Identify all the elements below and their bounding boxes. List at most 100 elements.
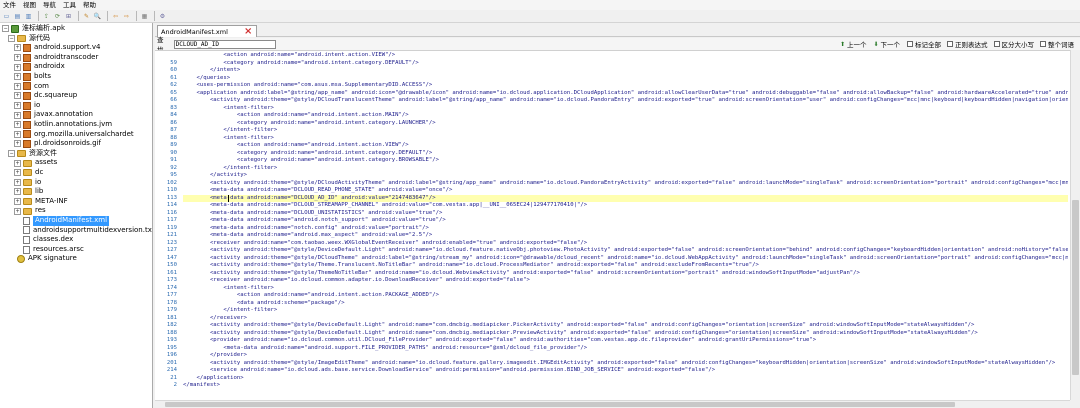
code-line: <receiver android:name="io.dcloud.common…: [183, 277, 530, 283]
prev-match-button[interactable]: ⬆ 上一个: [840, 39, 867, 50]
search-icon[interactable]: ✎: [82, 12, 91, 21]
tree-package[interactable]: + androidtranscoder: [14, 53, 98, 63]
scroll-thumb[interactable]: [165, 402, 955, 407]
code-line: </manifest>: [183, 382, 221, 388]
code-line: <activity android:theme="@style/Theme.Tr…: [183, 262, 759, 268]
tree-folder[interactable]: + lib: [14, 187, 43, 197]
tree-package[interactable]: + androidx: [14, 62, 65, 72]
expand-toggle-icon[interactable]: +: [14, 130, 21, 138]
expand-toggle-icon[interactable]: +: [14, 140, 21, 148]
expand-toggle-icon[interactable]: +: [14, 73, 21, 81]
line-number: 84: [170, 112, 177, 118]
code-line: <meta-data android:name="DCLOUD_READ_PHO…: [183, 187, 453, 193]
close-icon[interactable]: ×: [244, 26, 252, 37]
expand-toggle-icon[interactable]: −: [2, 25, 9, 33]
tree-resources-folder[interactable]: − 资源文件: [8, 149, 57, 159]
tree-icon[interactable]: ⊞: [64, 12, 73, 21]
menu-item[interactable]: 工具: [63, 0, 76, 10]
tree-folder[interactable]: + dc: [14, 168, 43, 178]
tree-package[interactable]: + kotlin.annotations.jvm: [14, 120, 112, 130]
expand-toggle-icon[interactable]: +: [14, 111, 21, 119]
tree-file[interactable]: classes.dex: [14, 235, 73, 245]
expand-toggle-icon[interactable]: +: [14, 188, 21, 196]
line-number: 178: [166, 299, 177, 306]
code-line: <meta-data android:name="android.notch_s…: [183, 217, 446, 223]
tree-root[interactable]: − 淮标编析.apk: [2, 24, 65, 34]
tree-file[interactable]: AndroidManifest.xml: [14, 216, 110, 226]
scroll-thumb[interactable]: [1072, 200, 1079, 375]
tree-folder[interactable]: + assets: [14, 158, 57, 168]
tree-package[interactable]: + com: [14, 82, 49, 92]
expand-toggle-icon[interactable]: +: [14, 207, 21, 215]
expand-toggle-icon[interactable]: +: [14, 63, 21, 71]
expand-toggle-icon[interactable]: +: [14, 92, 21, 100]
menu-item[interactable]: 帮助: [83, 0, 96, 10]
tree-item-label: 淮标编析.apk: [22, 24, 66, 32]
whole-word-checkbox[interactable]: 整个词语: [1040, 39, 1074, 49]
regex-checkbox[interactable]: 正则表达式: [947, 39, 988, 49]
file-icon: [23, 235, 30, 244]
tree-folder[interactable]: + io: [14, 178, 41, 188]
open-file-icon[interactable]: ▭: [2, 12, 11, 21]
tree-package[interactable]: + io: [14, 101, 40, 111]
toolbar-separator: [78, 11, 79, 21]
mark-all-checkbox[interactable]: 标记全部: [907, 39, 941, 49]
code-area[interactable]: <action android:name="android.intent.act…: [183, 51, 1068, 400]
code-line: <intent-filter>: [183, 134, 274, 141]
menu-item[interactable]: 视图: [23, 0, 36, 10]
tree-item-label: AndroidManifest.xml: [33, 216, 110, 226]
line-number: 127: [166, 247, 177, 253]
menu-item[interactable]: 文件: [3, 0, 16, 10]
log-icon[interactable]: ▦: [140, 12, 149, 21]
expand-toggle-icon[interactable]: +: [14, 44, 21, 52]
tree-folder[interactable]: + META-INF: [14, 197, 68, 207]
tree-package[interactable]: + bolts: [14, 72, 51, 82]
expand-toggle-icon[interactable]: +: [14, 121, 21, 129]
forward-icon[interactable]: ⇨: [122, 12, 131, 21]
code-line: <action android:name="android.intent.act…: [183, 292, 439, 298]
vertical-scrollbar[interactable]: [1070, 50, 1080, 400]
tab-androidmanifest[interactable]: AndroidManifest.xml ×: [157, 25, 257, 37]
expand-toggle-icon[interactable]: +: [14, 169, 21, 177]
file-icon: [23, 226, 30, 235]
tree-package[interactable]: + dc.squareup: [14, 91, 77, 101]
code-line: </activity>: [183, 172, 247, 178]
expand-toggle-icon[interactable]: +: [14, 178, 21, 186]
line-number: 92: [170, 164, 177, 171]
menu-item[interactable]: 导航: [43, 0, 56, 10]
tree-package[interactable]: + org.mozilla.universalchardet: [14, 130, 134, 140]
settings-icon[interactable]: ⚙: [158, 12, 167, 21]
expand-toggle-icon[interactable]: +: [14, 54, 21, 62]
line-number: [155, 52, 177, 60]
tree-source-folder[interactable]: − 源代码: [8, 34, 50, 44]
tree-item-label: 资源文件: [29, 148, 57, 157]
toolbar-separator: [154, 11, 155, 21]
search-input[interactable]: [173, 39, 276, 49]
line-number: 83: [170, 104, 177, 111]
expand-toggle-icon[interactable]: +: [14, 198, 21, 206]
match-case-checkbox[interactable]: 区分大小写: [993, 39, 1034, 49]
horizontal-scrollbar[interactable]: [155, 400, 1070, 408]
back-icon[interactable]: ⇦: [111, 12, 120, 21]
expand-toggle-icon[interactable]: +: [14, 82, 21, 90]
find-class-icon[interactable]: 🔍: [93, 12, 102, 21]
save-all-icon[interactable]: ▥: [24, 12, 33, 21]
tree-signature[interactable]: APK signature: [8, 254, 77, 264]
save-icon[interactable]: ▤: [13, 12, 22, 21]
tree-package[interactable]: + javax.annotation: [14, 110, 93, 120]
tree-package[interactable]: + android.support.v4: [14, 43, 101, 53]
tree-file[interactable]: androidsupportmultidexversion.txt: [14, 226, 152, 236]
expand-toggle-icon[interactable]: +: [14, 102, 21, 110]
option-label: 整个词语: [1048, 41, 1074, 49]
export-icon[interactable]: ⇪: [42, 12, 51, 21]
sync-icon[interactable]: ⟳: [53, 12, 62, 21]
tree-folder[interactable]: + res: [14, 206, 46, 216]
tree-file[interactable]: resources.arsc: [14, 245, 84, 255]
next-match-button[interactable]: ⬇ 下一个: [873, 39, 900, 50]
code-line: <activity android:theme="@style/DeviceDe…: [183, 322, 975, 328]
expand-toggle-icon[interactable]: −: [8, 34, 15, 42]
tree-package[interactable]: + pl.droidsonroids.gif: [14, 139, 101, 149]
expand-toggle-icon[interactable]: −: [8, 150, 15, 158]
code-editor[interactable]: 59 60 61 62 65 66 83 84 86 87 88 89 90 91 92 95 102 110 11…: [155, 50, 1070, 400]
expand-toggle-icon[interactable]: +: [14, 159, 21, 167]
